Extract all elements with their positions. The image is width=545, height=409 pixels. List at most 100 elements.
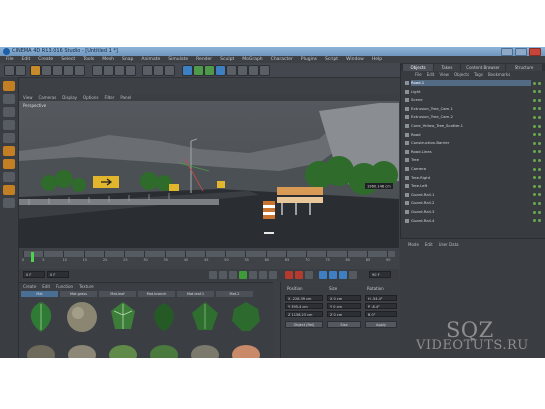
- go-to-start-icon[interactable]: [209, 271, 217, 279]
- material-menu-create[interactable]: Create: [23, 283, 36, 290]
- material-menu-edit[interactable]: Edit: [42, 283, 50, 290]
- size-z-field[interactable]: Z 0 cm: [327, 311, 361, 317]
- material-swatch-row2-1[interactable]: [23, 337, 59, 358]
- object-row[interactable]: Guard.Rail.1: [411, 192, 531, 198]
- render-dot-icon[interactable]: [538, 133, 541, 137]
- cube-icon[interactable]: [182, 65, 193, 76]
- polygons-mode-icon[interactable]: [3, 159, 15, 169]
- previous-key-icon[interactable]: [219, 271, 227, 279]
- om-menu-objects[interactable]: Objects: [454, 71, 469, 78]
- material-label[interactable]: Mat.grass: [60, 291, 97, 297]
- lock-workplane-icon[interactable]: [3, 198, 15, 208]
- texture-mode-icon[interactable]: [3, 107, 15, 117]
- material-label[interactable]: Mat.branch: [138, 291, 175, 297]
- visibility-dot-icon[interactable]: [533, 124, 536, 128]
- visibility-dot-icon[interactable]: [533, 90, 536, 94]
- scale-icon[interactable]: [52, 65, 63, 76]
- position-key-icon[interactable]: [319, 271, 327, 279]
- visibility-dot-icon[interactable]: [533, 176, 536, 180]
- move-icon[interactable]: [41, 65, 52, 76]
- visibility-dot-icon[interactable]: [533, 167, 536, 171]
- y-axis-icon[interactable]: [103, 65, 114, 76]
- menu-select[interactable]: Select: [61, 56, 75, 63]
- undo-icon[interactable]: [4, 65, 15, 76]
- tab-objects[interactable]: Objects: [403, 64, 433, 71]
- enable-axis-icon[interactable]: [3, 172, 15, 182]
- light-icon[interactable]: [259, 65, 270, 76]
- playhead[interactable]: [31, 252, 34, 262]
- minimize-button[interactable]: [501, 48, 513, 56]
- render-view-icon[interactable]: [142, 65, 153, 76]
- render-dot-icon[interactable]: [538, 107, 541, 111]
- next-key-icon[interactable]: [259, 271, 267, 279]
- material-swatch-row2-5[interactable]: [187, 337, 223, 358]
- menu-mograph[interactable]: MoGraph: [242, 56, 262, 63]
- menu-render[interactable]: Render: [196, 56, 212, 63]
- menu-help[interactable]: Help: [372, 56, 382, 63]
- render-dot-icon[interactable]: [538, 176, 541, 180]
- tab-content-browser[interactable]: Content Browser: [461, 64, 505, 71]
- visibility-dot-icon[interactable]: [533, 107, 536, 111]
- apply-button[interactable]: Apply: [365, 321, 397, 328]
- object-row[interactable]: Guard.Rail.2: [411, 200, 531, 206]
- position-x-field[interactable]: X -228.39 cm: [285, 295, 323, 301]
- menu-simulate[interactable]: Simulate: [168, 56, 188, 63]
- material-swatch-maple-leaf[interactable]: [228, 299, 264, 335]
- spline-pen-icon[interactable]: [193, 65, 204, 76]
- points-mode-icon[interactable]: [3, 133, 15, 143]
- autokey-icon[interactable]: [295, 271, 303, 279]
- menu-character[interactable]: Character: [271, 56, 293, 63]
- object-row[interactable]: Extrusion_Tree_Cam.2: [411, 114, 531, 120]
- object-row[interactable]: Guard.Rail.4: [411, 218, 531, 224]
- model-mode-icon[interactable]: [3, 94, 15, 104]
- edges-mode-icon[interactable]: [3, 146, 15, 156]
- redo-icon[interactable]: [15, 65, 26, 76]
- material-swatch-leaf[interactable]: [23, 299, 59, 335]
- material-swatch-stone[interactable]: [64, 299, 100, 335]
- menu-window[interactable]: Window: [346, 56, 364, 63]
- end-frame-field[interactable]: 90 F: [369, 271, 391, 278]
- size-mode-dropdown[interactable]: Size: [327, 321, 361, 328]
- object-row[interactable]: Camera: [411, 166, 531, 172]
- attr-menu-mode[interactable]: Mode: [408, 241, 419, 248]
- object-row[interactable]: Tree.Right: [411, 175, 531, 181]
- subdivision-surface-icon[interactable]: [204, 65, 215, 76]
- play-icon[interactable]: [239, 271, 247, 279]
- render-dot-icon[interactable]: [538, 201, 541, 205]
- visibility-dot-icon[interactable]: [533, 193, 536, 197]
- render-dot-icon[interactable]: [538, 193, 541, 197]
- render-dot-icon[interactable]: [538, 90, 541, 94]
- go-to-end-icon[interactable]: [269, 271, 277, 279]
- position-y-field[interactable]: Y 395.4 cm: [285, 303, 323, 309]
- current-frame-field[interactable]: 0 F: [47, 271, 69, 278]
- visibility-dot-icon[interactable]: [533, 141, 536, 145]
- bend-deformer-icon[interactable]: [226, 65, 237, 76]
- material-label[interactable]: Mat: [21, 291, 58, 297]
- material-swatch-ivy[interactable]: [105, 299, 141, 335]
- timeline-ruler[interactable]: [23, 251, 395, 262]
- render-dot-icon[interactable]: [538, 219, 541, 223]
- object-row[interactable]: Extrusion_Tree_Cam.1: [411, 106, 531, 112]
- object-row[interactable]: Road.Lines: [411, 149, 531, 155]
- menu-create[interactable]: Create: [38, 56, 53, 63]
- rotate-icon[interactable]: [63, 65, 74, 76]
- position-z-field[interactable]: Z 1158.23 cm: [285, 311, 323, 317]
- material-menu-function[interactable]: Function: [56, 283, 73, 290]
- visibility-dot-icon[interactable]: [533, 210, 536, 214]
- object-row[interactable]: Guard.Rail.3: [411, 209, 531, 215]
- menu-plugins[interactable]: Plugins: [301, 56, 317, 63]
- object-row[interactable]: Cone_Yellow_Tree_Scatter.1: [411, 123, 531, 129]
- material-swatch-row2-3[interactable]: [105, 337, 141, 358]
- tab-takes[interactable]: Takes: [434, 64, 460, 71]
- object-row[interactable]: Tree.Left: [411, 183, 531, 189]
- 3d-viewport[interactable]: View Cameras Display Options Filter Pane…: [19, 95, 399, 247]
- camera-icon[interactable]: [248, 65, 259, 76]
- coordinate-system-icon[interactable]: [125, 65, 136, 76]
- render-dot-icon[interactable]: [538, 150, 541, 154]
- object-row[interactable]: Road.1: [411, 80, 531, 86]
- tab-structure[interactable]: Structure: [506, 64, 542, 71]
- visibility-dot-icon[interactable]: [533, 150, 536, 154]
- render-dot-icon[interactable]: [538, 210, 541, 214]
- menu-mesh[interactable]: Mesh: [102, 56, 114, 63]
- visibility-dot-icon[interactable]: [533, 133, 536, 137]
